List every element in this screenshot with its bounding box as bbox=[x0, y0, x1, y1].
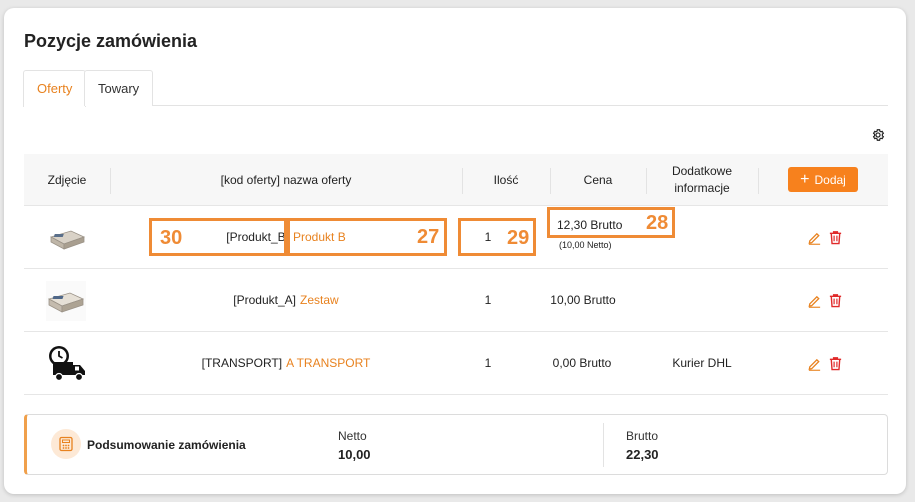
annotation-number: 29 bbox=[507, 227, 530, 249]
page-title: Pozycje zamówienia bbox=[24, 31, 198, 51]
row-actions bbox=[807, 230, 843, 245]
header-name: [kod oferty] nazwa oferty bbox=[220, 172, 352, 187]
edit-icon[interactable] bbox=[807, 293, 822, 308]
gear-icon[interactable] bbox=[871, 128, 885, 142]
table-header: Zdjęcie [kod oferty] nazwa oferty Ilość … bbox=[24, 154, 888, 206]
annotation-box-28: 28 bbox=[547, 207, 675, 238]
delete-icon[interactable] bbox=[828, 293, 843, 308]
offer-name-cell: [Produkt_A] Zestaw bbox=[110, 269, 462, 331]
annotation-box-29: 29 bbox=[458, 218, 536, 256]
price-gross: 0,00 Brutto bbox=[552, 356, 612, 370]
price-net: (10,00 Netto) bbox=[559, 240, 612, 250]
tab-goods[interactable]: Towary bbox=[84, 70, 154, 106]
tabs-bar: Oferty Towary bbox=[23, 70, 888, 107]
header-qty: Ilość bbox=[493, 172, 519, 187]
extra-info: Kurier DHL bbox=[672, 356, 732, 370]
add-button-label: Dodaj bbox=[814, 172, 846, 187]
delete-icon[interactable] bbox=[828, 356, 843, 371]
brutto-value: 22,30 bbox=[626, 447, 659, 462]
delivery-truck-icon bbox=[49, 346, 85, 382]
header-photo: Zdjęcie bbox=[47, 172, 87, 187]
edit-icon[interactable] bbox=[807, 356, 822, 371]
brutto-label: Brutto bbox=[626, 429, 659, 443]
netto-label: Netto bbox=[338, 429, 367, 443]
offer-name-cell: [TRANSPORT] A TRANSPORT bbox=[110, 332, 462, 394]
table-row: [Produkt_A] Zestaw 1 10,00 Brutto bbox=[24, 269, 888, 332]
order-items-card: Pozycje zamówienia Oferty Towary Zdjęcie… bbox=[4, 8, 906, 494]
annotation-box-30: 30 bbox=[149, 218, 287, 256]
add-button[interactable]: + Dodaj bbox=[788, 167, 858, 192]
netto-value: 10,00 bbox=[338, 447, 371, 462]
package-icon bbox=[46, 281, 86, 321]
row-actions bbox=[807, 356, 843, 371]
qty-value: 1 bbox=[484, 356, 492, 370]
table-row: [TRANSPORT] A TRANSPORT 1 0,00 Brutto Ku… bbox=[24, 332, 888, 395]
annotation-box-27: 27 bbox=[287, 218, 447, 256]
calculator-icon bbox=[51, 429, 81, 459]
offer-name-link[interactable]: A TRANSPORT bbox=[286, 356, 370, 370]
row-actions bbox=[807, 293, 843, 308]
offer-code: [Produkt_A] bbox=[233, 293, 296, 307]
header-price: Cena bbox=[583, 172, 613, 187]
delete-icon[interactable] bbox=[828, 230, 843, 245]
offer-code: [TRANSPORT] bbox=[201, 356, 283, 370]
price-gross: 10,00 Brutto bbox=[550, 293, 616, 307]
plus-icon: + bbox=[800, 170, 810, 188]
annotation-number: 30 bbox=[160, 227, 183, 249]
qty-value: 1 bbox=[484, 293, 492, 307]
edit-icon[interactable] bbox=[807, 230, 822, 245]
package-icon bbox=[49, 230, 86, 250]
summary-label: Podsumowanie zamówienia bbox=[87, 438, 246, 452]
annotation-number: 27 bbox=[417, 226, 440, 248]
order-summary: Podsumowanie zamówienia Netto 10,00 Brut… bbox=[24, 414, 888, 475]
annotation-number: 28 bbox=[646, 212, 669, 234]
tab-offers[interactable]: Oferty bbox=[23, 70, 87, 107]
offer-name-link[interactable]: Zestaw bbox=[300, 293, 339, 307]
header-extra: Dodatkowe informacje bbox=[671, 164, 733, 195]
